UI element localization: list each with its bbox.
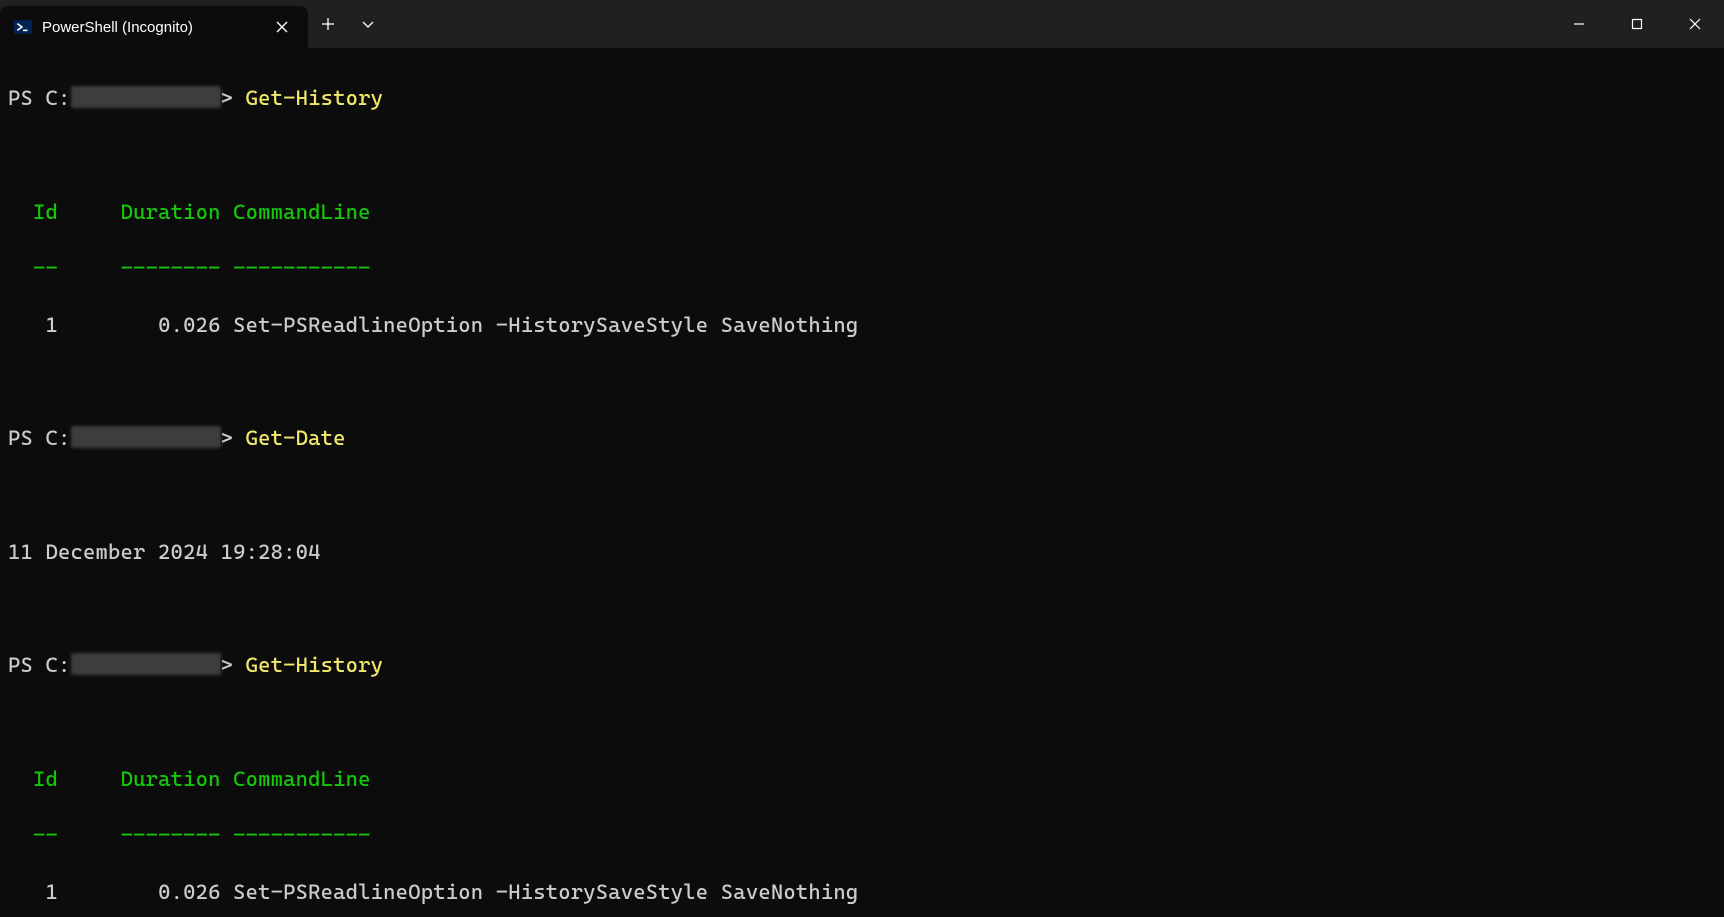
prompt-line: PS C: > Get-History [8,84,1716,112]
prompt-gt: > [221,653,234,677]
prompt-prefix: PS C: [8,653,71,677]
history-row: 1 0.026 Set-PSReadlineOption -HistorySav… [8,311,1716,339]
blank-line [8,595,1716,623]
minimize-button[interactable] [1550,0,1608,48]
command-text: Get-History [246,653,384,677]
prompt-prefix: PS C: [8,426,71,450]
date-output: 11 December 2024 19:28:04 [8,538,1716,566]
prompt-gt: > [221,426,234,450]
blank-line [8,708,1716,736]
history-header: Id Duration CommandLine [8,765,1716,793]
close-window-button[interactable] [1666,0,1724,48]
redacted-path [71,426,221,448]
prompt-gt: > [221,86,234,110]
powershell-icon [14,18,32,36]
history-header: Id Duration CommandLine [8,198,1716,226]
tab-dropdown-button[interactable] [348,0,388,48]
history-header-underline: -- -------- ----------- [8,254,1716,282]
blank-line [8,141,1716,169]
new-tab-button[interactable] [308,0,348,48]
terminal-output[interactable]: PS C: > Get-History Id Duration CommandLi… [0,48,1724,917]
tab-powershell[interactable]: PowerShell (Incognito) [0,6,308,48]
blank-line [8,481,1716,509]
close-tab-button[interactable] [270,15,294,39]
window-controls [1550,0,1724,48]
tab-title: PowerShell (Incognito) [42,19,250,36]
history-row: 1 0.026 Set-PSReadlineOption -HistorySav… [8,878,1716,906]
prompt-line: PS C: > Get-Date [8,424,1716,452]
prompt-line: PS C: > Get-History [8,651,1716,679]
command-text: Get-Date [246,426,346,450]
titlebar-drag-region[interactable] [388,0,1550,48]
maximize-button[interactable] [1608,0,1666,48]
command-text: Get-History [246,86,384,110]
prompt-prefix: PS C: [8,86,71,110]
history-header-underline: -- -------- ----------- [8,821,1716,849]
titlebar: PowerShell (Incognito) [0,0,1724,48]
blank-line [8,368,1716,396]
redacted-path [71,653,221,675]
redacted-path [71,86,221,108]
